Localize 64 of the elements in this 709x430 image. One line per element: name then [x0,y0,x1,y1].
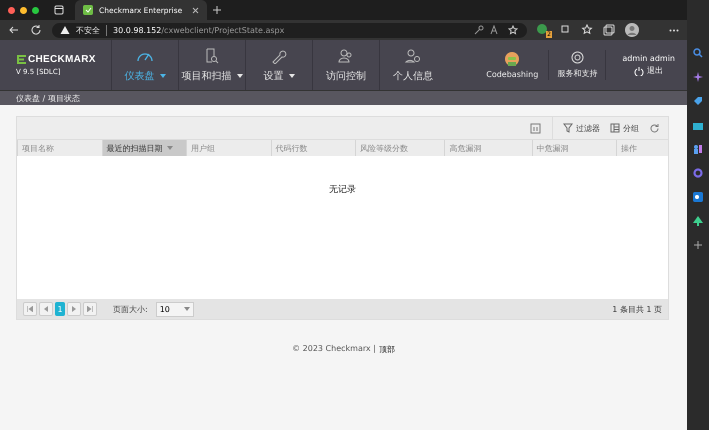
caret-icon [288,74,294,78]
next-page-button[interactable] [67,302,81,316]
logo: CHECKMARX [28,54,96,65]
close-icon[interactable] [192,6,199,14]
wrench-icon [270,48,288,64]
last-icon [87,306,93,312]
toolbox-icon[interactable] [693,120,703,130]
copyright-text: © 2023 Checkmarx | [292,344,376,355]
caret-icon [184,307,190,311]
support-link[interactable]: 服务和支持 [548,50,606,80]
minimize-window-icon[interactable] [20,6,27,14]
pager-summary: 1 条目共 1 页 [612,304,662,314]
sort-icon [166,146,173,150]
filter-icon [563,123,573,133]
mascot-icon [505,52,520,66]
mail-icon[interactable] [693,192,703,202]
previous-page-button[interactable] [39,302,53,316]
top-link[interactable]: 顶部 [378,344,395,355]
user-gear-icon [404,48,422,64]
key-icon[interactable] [474,25,484,35]
group-button[interactable]: 分组 [610,122,639,134]
columns-icon [610,123,620,133]
search-icon[interactable] [693,48,703,58]
next-icon [71,306,77,312]
refresh-icon[interactable] [649,122,660,134]
first-icon [27,306,33,312]
warning-icon [60,25,70,35]
user-name: admin admin [622,54,675,63]
last-page-button[interactable] [83,302,97,316]
empty-message: 无记录 [329,184,356,195]
favorites-icon[interactable] [581,24,593,36]
breadcrumb: 仪表盘 / 项目状态 [16,92,80,104]
previous-icon [43,306,49,312]
avatar-icon[interactable] [625,23,639,37]
close-window-icon[interactable] [8,6,15,14]
ring-icon[interactable] [693,168,703,178]
column-header[interactable]: 最近的扫描日期 [102,140,186,156]
favorite-icon[interactable] [508,25,519,35]
more-icon[interactable] [669,28,679,32]
tree-icon[interactable] [693,216,703,226]
site-icon [83,5,93,15]
tabs-icon[interactable] [54,5,64,15]
reload-icon[interactable] [30,24,42,36]
add-icon[interactable] [693,240,703,250]
tag-icon[interactable] [693,96,703,106]
export-icon[interactable] [530,122,542,134]
caret-icon [236,74,242,78]
back-icon[interactable] [8,24,20,36]
people-icon[interactable] [693,144,703,154]
power-icon [634,66,644,76]
collections-icon[interactable] [603,24,615,36]
page-size-label: 页面大小: [113,304,148,314]
codebashing-link[interactable]: Codebashing [476,40,548,90]
page-size-select[interactable]: 10 [156,302,194,316]
logo-icon [16,54,27,65]
caret-icon [160,74,166,78]
filter-button[interactable]: 过滤器 [563,122,600,134]
first-page-button[interactable] [23,302,37,316]
sparkle-icon[interactable] [693,72,703,82]
new-tab-icon[interactable] [212,5,222,15]
maximize-window-icon[interactable] [32,6,39,14]
address-bar[interactable]: 不安全 30.0.98.152/cxwebclient/ProjectState.aspx [52,22,527,38]
logout-link[interactable]: 退出 [634,65,664,76]
lifebuoy-icon [570,51,584,64]
